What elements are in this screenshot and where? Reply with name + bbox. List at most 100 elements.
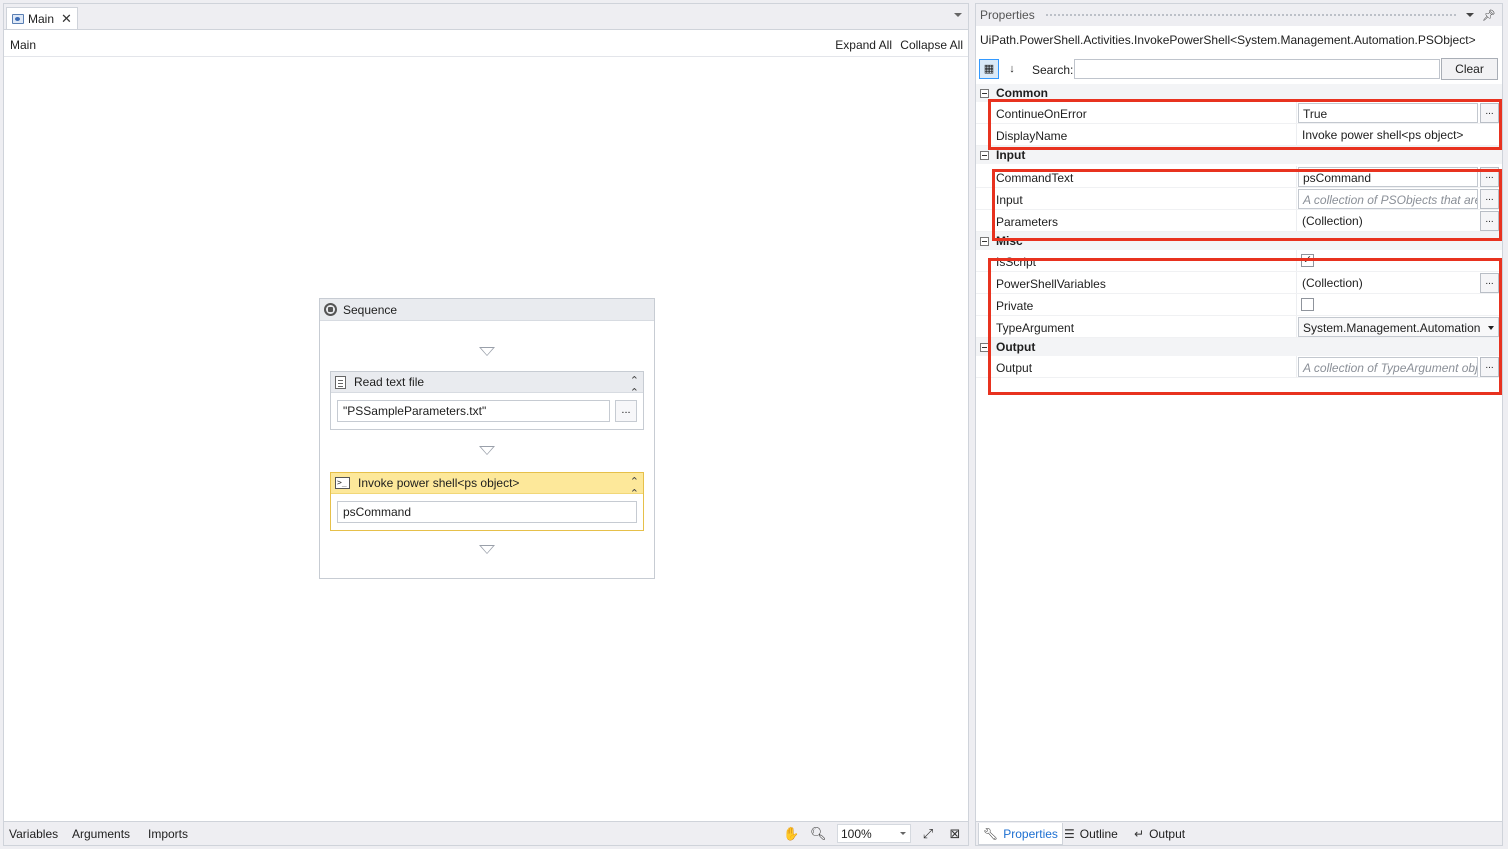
clear-button[interactable]: Clear <box>1441 58 1498 80</box>
parameters-field[interactable]: (Collection) <box>1298 211 1478 231</box>
zoom-select[interactable]: 100% <box>837 824 911 843</box>
sequence-title: Sequence <box>343 302 398 317</box>
collapse-chevron-icon[interactable]: ⌃ ⌃ <box>630 375 639 399</box>
category-label: Input <box>996 148 1026 162</box>
property-name: Input <box>996 193 1023 207</box>
overview-icon[interactable]: ⊠ <box>947 826 963 842</box>
type-argument-select[interactable]: System.Management.Automation <box>1298 317 1499 337</box>
private-checkbox[interactable] <box>1301 298 1314 311</box>
category-common[interactable]: Common <box>976 84 1502 102</box>
designer-bottom-bar: Variables Arguments Imports ✋ 🔍︎ 100% ⤢ … <box>4 821 968 845</box>
drop-target-arrow[interactable] <box>479 545 495 554</box>
drag-grip[interactable] <box>1044 12 1457 18</box>
property-name: IsScript <box>996 255 1037 269</box>
powershell-icon: >_ <box>335 477 350 489</box>
continue-on-error-field[interactable]: True <box>1298 103 1478 123</box>
chevron-down-icon[interactable] <box>954 13 962 17</box>
outline-icon: ☰ <box>1064 827 1075 841</box>
fit-to-screen-icon[interactable]: ⤢ <box>920 826 936 842</box>
collapse-chevron-icon[interactable]: ⌃ ⌃ <box>630 476 639 500</box>
breadcrumb-bar: Main Expand All Collapse All <box>4 31 968 57</box>
collapse-toggle-icon[interactable] <box>980 342 989 352</box>
arguments-tab[interactable]: Arguments <box>72 827 130 841</box>
sequence-icon <box>324 303 337 316</box>
activity-header[interactable]: Read text file ⌃ ⌃ <box>331 372 643 399</box>
expression-editor-button[interactable]: ... <box>1480 103 1499 123</box>
collection-editor-button[interactable]: ... <box>1480 211 1499 231</box>
activity-title: Invoke power shell<ps object> <box>358 476 520 490</box>
tab-label: Properties <box>1003 826 1058 841</box>
tab-outline[interactable]: ☰ Outline <box>1060 823 1122 845</box>
hand-icon[interactable]: ✋ <box>783 826 799 842</box>
workflow-icon <box>12 13 24 24</box>
sort-alphabetical-icon[interactable]: ↓ <box>1002 59 1022 79</box>
property-row-command-text[interactable]: CommandText psCommand ... <box>976 166 1502 188</box>
activity-header[interactable]: >_ Invoke power shell<ps object> ⌃ ⌃ <box>331 473 643 500</box>
panel-title: Properties <box>980 8 1035 22</box>
tab-label: Outline <box>1079 827 1118 841</box>
collapse-toggle-icon[interactable] <box>980 150 989 160</box>
read-text-file-activity[interactable]: Read text file ⌃ ⌃ "PSSampleParameters.tx… <box>330 371 644 430</box>
chevron-down-icon <box>1488 326 1494 330</box>
command-text-field[interactable]: psCommand <box>1298 167 1478 187</box>
property-name: ContinueOnError <box>996 107 1087 121</box>
file-name-input[interactable]: "PSSampleParameters.txt" <box>337 400 610 422</box>
type-argument-value: System.Management.Automation <box>1303 321 1481 335</box>
output-field[interactable]: A collection of TypeArgument obj <box>1298 357 1478 377</box>
tab-properties[interactable]: 🔧︎ Properties <box>978 823 1063 845</box>
drop-target-arrow[interactable] <box>479 347 495 356</box>
expression-editor-button[interactable]: ... <box>1480 357 1499 377</box>
category-label: Misc <box>996 234 1023 248</box>
property-row-is-script[interactable]: IsScript ✓ <box>976 250 1502 272</box>
browse-button[interactable]: ... <box>615 400 637 422</box>
is-script-checkbox[interactable]: ✓ <box>1301 254 1314 267</box>
command-text-input[interactable]: psCommand <box>337 501 637 523</box>
chevron-down-icon[interactable] <box>1466 13 1475 17</box>
search-input[interactable] <box>1074 59 1440 79</box>
property-name: Output <box>996 361 1033 375</box>
property-row-display-name[interactable]: DisplayName Invoke power shell<ps object… <box>976 124 1502 146</box>
property-name: CommandText <box>996 171 1074 185</box>
property-grid: Common ContinueOnError True ... DisplayN… <box>976 84 1502 378</box>
collapse-toggle-icon[interactable] <box>980 88 989 98</box>
input-field[interactable]: A collection of PSObjects that are <box>1298 189 1478 209</box>
collapse-toggle-icon[interactable] <box>980 236 989 246</box>
property-row-continue-on-error[interactable]: ContinueOnError True ... <box>976 102 1502 124</box>
property-name: Private <box>996 299 1034 313</box>
category-label: Common <box>996 86 1048 100</box>
close-icon[interactable]: ✕ <box>61 12 72 25</box>
property-row-type-argument[interactable]: TypeArgument System.Management.Automatio… <box>976 316 1502 338</box>
property-row-parameters[interactable]: Parameters (Collection) ... <box>976 210 1502 232</box>
pin-icon[interactable]: 📌︎ <box>1482 9 1496 22</box>
breadcrumb[interactable]: Main <box>10 38 36 52</box>
document-tabstrip: Main ✕ <box>4 4 968 30</box>
display-name-field[interactable]: Invoke power shell<ps object> <box>1298 125 1498 145</box>
tab-label: Output <box>1149 827 1186 841</box>
imports-tab[interactable]: Imports <box>148 827 188 841</box>
property-row-private[interactable]: Private <box>976 294 1502 316</box>
expression-editor-button[interactable]: ... <box>1480 167 1499 187</box>
category-misc[interactable]: Misc <box>976 232 1502 250</box>
tab-output[interactable]: ↵ Output <box>1130 823 1189 845</box>
zoom-value: 100% <box>841 827 872 841</box>
categorized-view-icon[interactable]: ▦ <box>979 59 999 79</box>
expand-all-link[interactable]: Expand All <box>835 38 892 52</box>
property-row-powershell-variables[interactable]: PowerShellVariables (Collection) ... <box>976 272 1502 294</box>
expression-editor-button[interactable]: ... <box>1480 189 1499 209</box>
property-row-input[interactable]: Input A collection of PSObjects that are… <box>976 188 1502 210</box>
drop-target-arrow[interactable] <box>479 446 495 455</box>
zoom-icon[interactable]: 🔍︎ <box>810 826 827 842</box>
collection-editor-button[interactable]: ... <box>1480 273 1499 293</box>
variables-tab[interactable]: Variables <box>9 827 58 841</box>
invoke-power-shell-activity[interactable]: >_ Invoke power shell<ps object> ⌃ ⌃ psCo… <box>330 472 644 531</box>
property-row-output[interactable]: Output A collection of TypeArgument obj … <box>976 356 1502 378</box>
sequence-header[interactable]: Sequence <box>320 299 654 321</box>
tab-main[interactable]: Main ✕ <box>6 7 78 29</box>
category-input[interactable]: Input <box>976 146 1502 164</box>
powershell-variables-field[interactable]: (Collection) <box>1298 273 1478 293</box>
category-output[interactable]: Output <box>976 338 1502 356</box>
output-arrow-icon: ↵ <box>1134 827 1145 841</box>
activity-title: Read text file <box>354 375 425 389</box>
collapse-all-link[interactable]: Collapse All <box>900 38 963 52</box>
sequence-activity[interactable]: Sequence Read text file ⌃ ⌃ "PSSamplePara… <box>319 298 655 579</box>
